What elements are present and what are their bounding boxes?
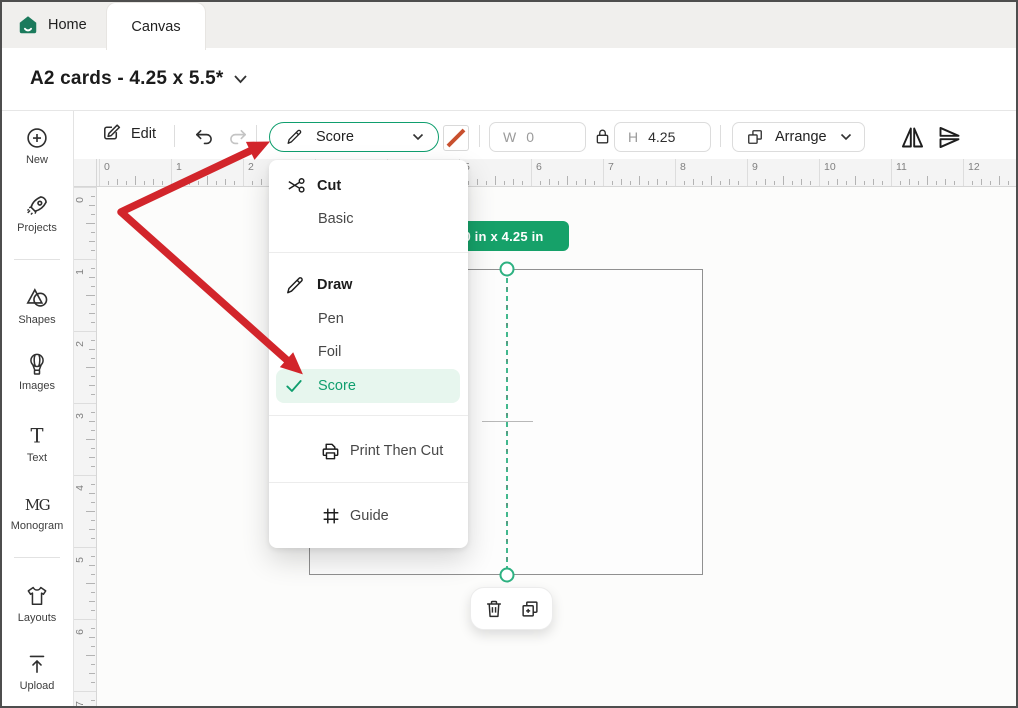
undo-icon[interactable] [193, 126, 216, 149]
card-center-mark [482, 421, 533, 422]
linetype-value: Score [316, 129, 354, 145]
sidebar-label: Upload [2, 680, 72, 692]
sidebar-item-images[interactable]: Images [2, 351, 72, 392]
edit-label: Edit [131, 126, 156, 142]
sidebar-label: Layouts [2, 612, 72, 624]
vertical-ruler: 01234567 [74, 187, 97, 706]
check-icon [284, 376, 304, 396]
menu-divider [269, 415, 468, 416]
flip-vertical-icon[interactable] [936, 124, 963, 151]
height-value: 4.25 [648, 129, 675, 145]
upload-icon [24, 651, 50, 677]
sidebar-item-monogram[interactable]: MG Monogram [2, 491, 72, 532]
menu-divider [269, 252, 468, 253]
edit-icon [100, 122, 123, 145]
tshirt-icon [24, 583, 50, 609]
monogram-icon: MG [22, 491, 52, 517]
object-action-bar [470, 587, 553, 630]
menu-item-foil[interactable]: Foil [269, 335, 468, 369]
pencil-icon [284, 127, 304, 147]
linetype-select[interactable]: Score [269, 122, 439, 152]
menu-item-label: Guide [350, 508, 389, 524]
toolbar-separator [174, 125, 175, 147]
sidebar: New Projects Shapes Images [2, 111, 74, 706]
app-window: Home Canvas A2 cards - 4.25 x 5.5* New P… [0, 0, 1018, 708]
height-field[interactable]: H 4.25 [614, 122, 711, 152]
menu-item-draw[interactable]: Draw [269, 268, 468, 302]
sidebar-divider [14, 259, 60, 260]
menu-item-label: Score [318, 378, 356, 394]
lock-icon[interactable] [593, 127, 612, 146]
arrange-label: Arrange [775, 129, 827, 145]
sidebar-label: Projects [2, 222, 72, 234]
sidebar-label: Images [2, 380, 72, 392]
chevron-down-icon [412, 133, 424, 141]
duplicate-icon[interactable] [519, 598, 541, 620]
menu-item-label: Foil [318, 344, 341, 360]
balloon-icon [24, 351, 50, 377]
linetype-color-swatch[interactable] [443, 125, 469, 151]
title-bar: A2 cards - 4.25 x 5.5* [2, 48, 1016, 111]
menu-item-label: Basic [318, 211, 353, 227]
text-icon: T [24, 423, 50, 449]
sidebar-label: Monogram [2, 520, 72, 532]
horizontal-ruler: 0123456789101112 [97, 159, 1016, 187]
diagonal-line-icon [444, 126, 468, 150]
sidebar-label: Text [2, 452, 72, 464]
menu-item-label: Pen [318, 311, 344, 327]
width-value: 0 [526, 129, 534, 145]
redo-icon[interactable] [226, 126, 249, 149]
toolbar-separator [256, 125, 257, 147]
svg-text:T: T [30, 425, 43, 448]
project-title: A2 cards - 4.25 x 5.5* [30, 68, 223, 90]
pencil-icon [283, 274, 306, 297]
sidebar-item-layouts[interactable]: Layouts [2, 583, 72, 624]
height-label: H [628, 129, 638, 145]
toolbar-separator [479, 125, 480, 147]
menu-item-score[interactable]: Score [269, 369, 468, 403]
rocket-icon [24, 193, 50, 219]
sidebar-item-projects[interactable]: Projects [2, 193, 72, 234]
ruler-corner [74, 159, 97, 187]
logo-icon [17, 14, 39, 36]
menu-item-label: Draw [317, 277, 352, 293]
sidebar-item-text[interactable]: T Text [2, 423, 72, 464]
linetype-menu: Cut Basic Draw Pen Foil Score [269, 160, 468, 548]
sidebar-item-shapes[interactable]: Shapes [2, 285, 72, 326]
sidebar-divider [14, 557, 60, 558]
tab-home-label: Home [48, 17, 87, 33]
trash-icon[interactable] [483, 598, 505, 620]
menu-item-print-then-cut[interactable]: Print Then Cut [269, 434, 468, 468]
svg-text:MG: MG [25, 496, 50, 514]
plus-circle-icon [24, 125, 50, 151]
menu-item-label: Cut [317, 178, 341, 194]
edit-button[interactable]: Edit [100, 122, 156, 145]
sidebar-item-upload[interactable]: Upload [2, 651, 72, 692]
menu-item-cut[interactable]: Cut [269, 169, 468, 203]
arrange-layers-icon [745, 127, 765, 147]
tab-canvas-label: Canvas [131, 19, 180, 35]
arrange-select[interactable]: Arrange [732, 122, 865, 152]
scissors-icon [285, 175, 308, 198]
width-field[interactable]: W 0 [489, 122, 586, 152]
tab-canvas[interactable]: Canvas [106, 2, 206, 50]
guide-icon [320, 505, 342, 527]
sidebar-label: New [2, 154, 72, 166]
chevron-down-icon[interactable] [233, 74, 248, 84]
menu-item-pen[interactable]: Pen [269, 302, 468, 336]
menu-item-basic[interactable]: Basic [269, 202, 468, 236]
sidebar-item-new[interactable]: New [2, 125, 72, 166]
menu-divider [269, 482, 468, 483]
flip-horizontal-icon[interactable] [899, 124, 926, 151]
toolbar-separator [720, 125, 721, 147]
shapes-icon [24, 285, 50, 311]
chevron-down-icon [840, 133, 852, 141]
menu-item-label: Print Then Cut [350, 443, 443, 459]
sidebar-label: Shapes [2, 314, 72, 326]
width-label: W [503, 129, 516, 145]
menu-item-guide[interactable]: Guide [269, 499, 468, 533]
size-badge-label: 0 in x 4.25 in [463, 229, 543, 244]
printer-icon [319, 440, 342, 463]
tab-home[interactable]: Home [2, 2, 121, 48]
